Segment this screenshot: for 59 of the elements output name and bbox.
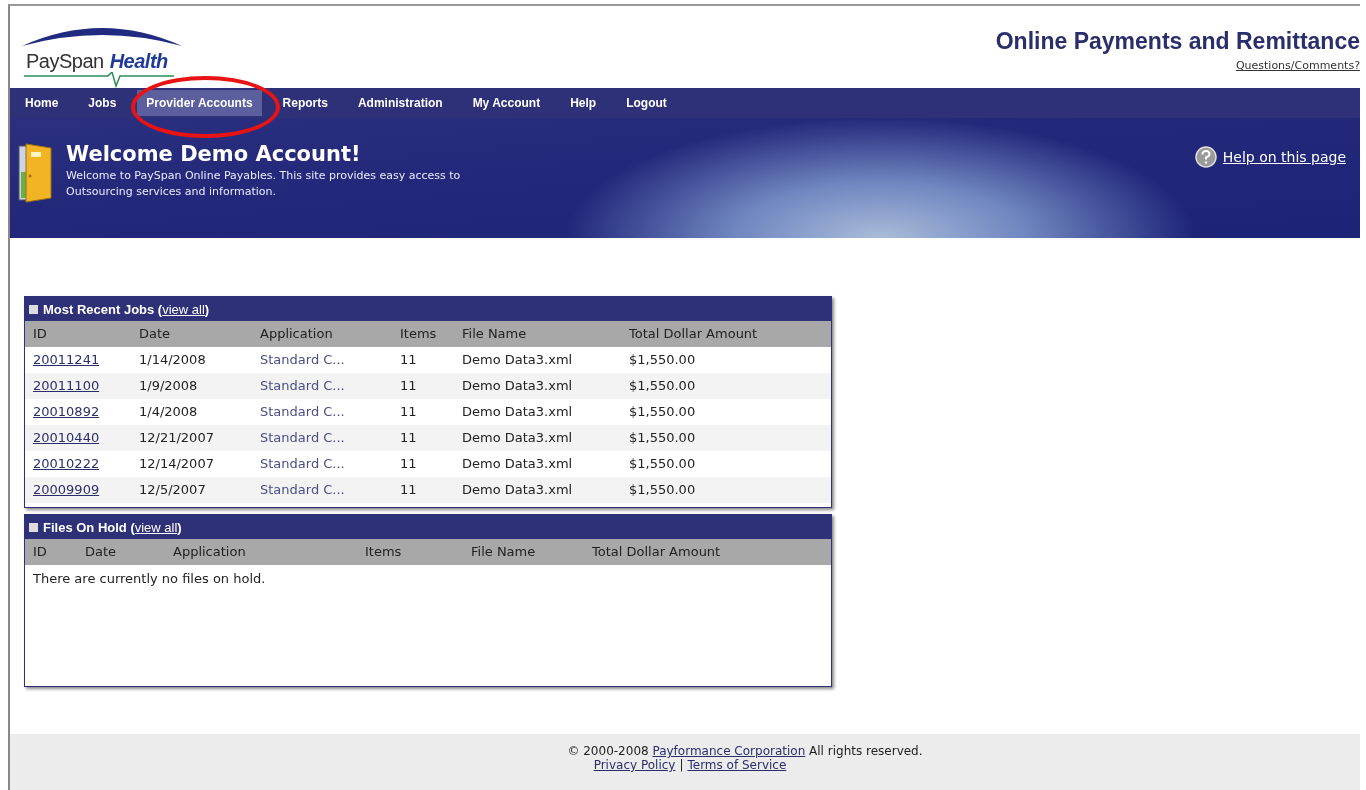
nav-item[interactable]: My Account <box>463 90 550 116</box>
nav-item[interactable]: Jobs <box>79 90 126 116</box>
job-id-link[interactable]: 20011100 <box>33 378 100 393</box>
table-cell: Demo Data3.xml <box>454 477 621 503</box>
table-cell[interactable]: 20011100 <box>25 373 131 399</box>
column-header: Application <box>165 539 357 565</box>
column-header: Items <box>357 539 463 565</box>
table-cell: 12/5/2007 <box>131 477 252 503</box>
nav-item[interactable]: Help <box>561 90 606 116</box>
copyright-text: © 2000-2008 Payformance Corporation All rights reserved. <box>567 744 923 758</box>
terms-link[interactable]: Terms of Service <box>687 758 787 772</box>
job-id-link[interactable]: 20010222 <box>33 456 100 471</box>
questions-link[interactable]: Questions/Comments? <box>1235 59 1360 72</box>
nav-item[interactable]: Logout <box>617 90 676 116</box>
column-header: Date <box>131 321 252 347</box>
column-header: Total Dollar Amount <box>621 321 831 347</box>
table-cell: Standard C... <box>252 425 392 451</box>
column-header: Items <box>392 321 454 347</box>
table-cell[interactable]: 20010440 <box>25 425 131 451</box>
job-id-link[interactable]: 20010892 <box>33 404 100 419</box>
separator-text: | <box>679 758 684 772</box>
table-cell: 11 <box>392 477 454 503</box>
column-header: ID <box>25 539 77 565</box>
column-header: File Name <box>463 539 584 565</box>
logo-text: PaySpan Health <box>26 50 168 73</box>
table-cell: $1,550.00 <box>621 425 831 451</box>
welcome-title: Welcome Demo Account! <box>66 142 362 166</box>
panel-title: Files On Hold (view all) <box>43 519 182 535</box>
column-header: Total Dollar Amount <box>584 539 831 565</box>
table-cell: 12/21/2007 <box>131 425 252 451</box>
table-cell: Standard C... <box>252 477 392 503</box>
table-cell: $1,550.00 <box>621 477 831 503</box>
table-cell: Standard C... <box>252 373 392 399</box>
site-title: Online Payments and Remittance <box>995 28 1360 55</box>
job-id-link[interactable]: 20009909 <box>33 482 100 497</box>
table-cell: 11 <box>392 425 454 451</box>
view-all-link[interactable]: view all <box>162 301 205 317</box>
table-cell: 1/9/2008 <box>131 373 252 399</box>
nav-item[interactable]: Reports <box>273 90 337 116</box>
job-id-link[interactable]: 20010440 <box>33 430 100 445</box>
table-cell: 11 <box>392 373 454 399</box>
nav-item[interactable]: Home <box>16 90 68 116</box>
help-link[interactable]: Help on this page <box>1222 149 1346 165</box>
column-header: ID <box>25 321 131 347</box>
company-link[interactable]: Payformance Corporation <box>652 744 806 758</box>
nav-item[interactable]: Provider Accounts <box>137 90 262 116</box>
table-cell: Demo Data3.xml <box>454 373 621 399</box>
welcome-text: Welcome to PaySpan Online Payables. This site provides easy access to Outsourcing services and information. <box>66 168 462 200</box>
table-cell[interactable]: 20009909 <box>25 477 131 503</box>
nav-item[interactable]: Administration <box>348 90 452 116</box>
panel-title: Most Recent Jobs (view all) <box>43 301 210 317</box>
job-id-link[interactable]: 20011241 <box>33 352 100 367</box>
empty-message: There are currently no files on hold. <box>32 570 267 588</box>
privacy-link[interactable]: Privacy Policy <box>593 758 676 772</box>
column-header: Application <box>252 321 392 347</box>
column-header: Date <box>77 539 165 565</box>
column-header: File Name <box>454 321 621 347</box>
table-cell: Demo Data3.xml <box>454 425 621 451</box>
table-cell: $1,550.00 <box>621 373 831 399</box>
